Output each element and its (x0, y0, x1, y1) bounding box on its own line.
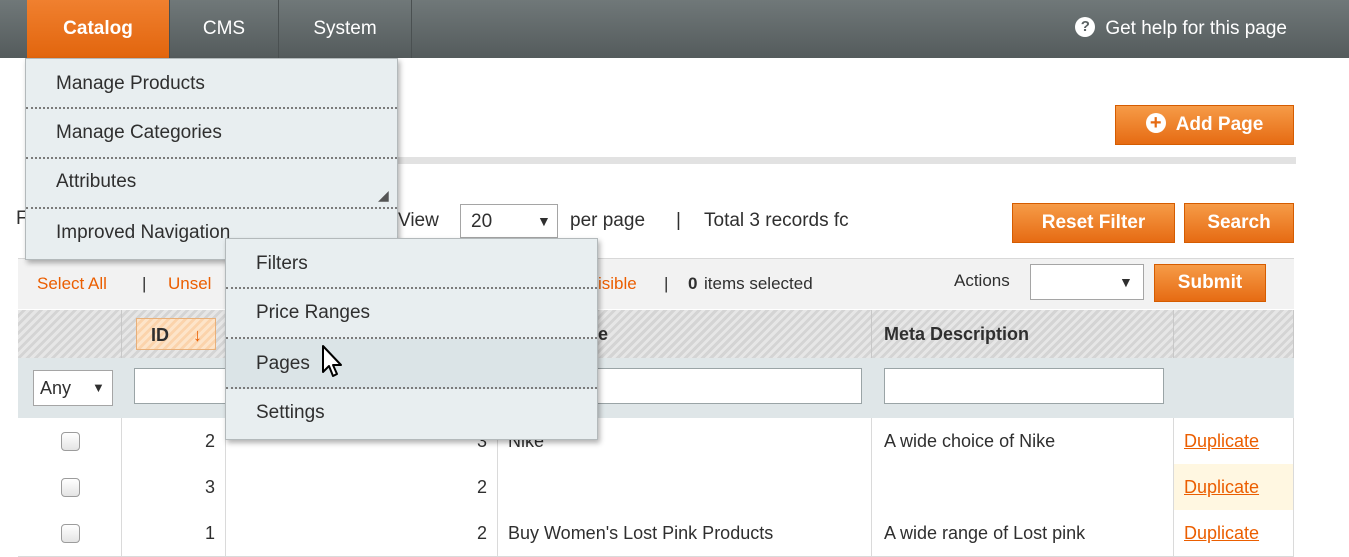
grid-header-checkbox (18, 310, 122, 358)
row-title: Buy Women's Lost Pink Products (498, 510, 872, 556)
submit-button[interactable]: Submit (1154, 264, 1266, 302)
meta-filter-input[interactable] (884, 368, 1164, 404)
row-id: 2 (122, 418, 226, 464)
total-records: Total 3 records fc (704, 210, 849, 231)
menu-item-manage-products[interactable]: Manage Products (26, 59, 397, 109)
row-checkbox-cell (18, 510, 122, 556)
chevron-down-icon: ▼ (537, 213, 551, 229)
duplicate-label[interactable]: Duplicate (1184, 523, 1259, 543)
row-id: 1 (122, 510, 226, 556)
help-link[interactable]: ? Get help for this page (1075, 0, 1287, 58)
title-divider (398, 157, 1296, 164)
per-page-select[interactable]: 20 ▼ (460, 204, 558, 238)
menu-item-attributes[interactable]: Attributes (26, 158, 397, 208)
any-select-value: Any (40, 378, 72, 398)
plus-circle-icon: + (1145, 112, 1166, 133)
duplicate-link[interactable]: Duplicate (1174, 510, 1294, 556)
chevron-down-icon: ▼ (92, 380, 105, 395)
add-page-button[interactable]: + Add Page (1115, 105, 1294, 145)
row-meta (872, 464, 1174, 510)
row-count: 2 (226, 510, 498, 556)
submenu-item-settings[interactable]: Settings (226, 388, 597, 438)
nav-tab-system[interactable]: System (279, 0, 411, 58)
per-page-label: per page (570, 210, 646, 231)
table-row[interactable]: 1 2 Buy Women's Lost Pink Products A wid… (18, 510, 1294, 557)
row-count: 2 (226, 464, 498, 510)
submenu-item-price-ranges[interactable]: Price Ranges (226, 288, 597, 338)
row-meta: A wide range of Lost pink (872, 510, 1174, 556)
massaction-separator: | (142, 274, 147, 293)
massaction-bar: Select All | Unsel isible | 0 items sele… (18, 258, 1294, 309)
top-navigation: Catalog CMS System ? Get help for this pa… (0, 0, 1349, 58)
table-row[interactable]: 3 2 Duplicate (18, 464, 1294, 511)
id-filter-input[interactable] (134, 368, 230, 404)
select-visible-link[interactable]: isible (598, 274, 637, 294)
massaction-separator: | (664, 274, 669, 293)
row-checkbox-cell (18, 418, 122, 464)
help-label: Get help for this page (1105, 18, 1287, 39)
duplicate-label[interactable]: Duplicate (1184, 477, 1259, 497)
duplicate-link[interactable]: Duplicate (1174, 464, 1294, 510)
chevron-down-icon: ▼ (1119, 274, 1133, 290)
meta-header-label: Meta Description (884, 324, 1030, 344)
actions-select[interactable]: ▼ (1030, 264, 1144, 300)
grid-header-meta-description[interactable]: Meta Description (872, 310, 1174, 358)
selected-suffix: items selected (704, 274, 813, 293)
arrow-down-icon: ↓ (193, 325, 202, 345)
actions-label: Actions (954, 271, 1010, 290)
per-page-value: 20 (471, 211, 493, 232)
submenu-item-filters[interactable]: Filters (226, 239, 597, 289)
row-title (498, 464, 872, 510)
selected-count: 0 (688, 274, 698, 293)
row-meta: A wide choice of Nike (872, 418, 1174, 464)
grid-header-action (1174, 310, 1294, 358)
nav-tab-cms[interactable]: CMS (170, 0, 278, 58)
search-button[interactable]: Search (1184, 203, 1294, 243)
duplicate-link[interactable]: Duplicate (1174, 418, 1294, 464)
submenu-item-pages[interactable]: Pages (226, 339, 597, 389)
duplicate-label[interactable]: Duplicate (1184, 431, 1259, 451)
grid-header-id-col[interactable]: ID ↓ (122, 310, 226, 358)
mouse-cursor-icon (322, 345, 342, 377)
pager-separator: | (676, 210, 681, 231)
row-checkbox-cell (18, 464, 122, 510)
row-id: 3 (122, 464, 226, 510)
id-sort-header[interactable]: ID ↓ (136, 318, 216, 350)
select-all-link[interactable]: Select All (37, 274, 107, 294)
improved-navigation-submenu: Filters Price Ranges Pages Settings (225, 238, 598, 440)
submenu-arrow-icon: ◢ (378, 187, 389, 203)
catalog-menu: Manage Products Manage Categories Attrib… (25, 58, 398, 260)
unselect-all-link[interactable]: Unsel (168, 274, 211, 294)
add-page-label: Add Page (1175, 114, 1264, 135)
row-checkbox[interactable] (61, 432, 80, 451)
nav-separator (411, 0, 412, 58)
table-row[interactable]: 2 3 Nike A wide choice of Nike Duplicate (18, 418, 1294, 465)
any-select[interactable]: Any ▼ (33, 370, 113, 406)
grid-filter-row: Any ▼ (18, 358, 1294, 418)
question-circle-icon: ? (1075, 16, 1096, 37)
id-header-label: ID (151, 325, 169, 345)
row-checkbox[interactable] (61, 478, 80, 497)
title-header-fragment: e (598, 324, 609, 344)
reset-filter-button[interactable]: Reset Filter (1012, 203, 1175, 243)
row-checkbox[interactable] (61, 524, 80, 543)
pager-view-label: View (398, 210, 439, 231)
menu-item-manage-categories[interactable]: Manage Categories (26, 108, 397, 158)
nav-tab-catalog[interactable]: Catalog (27, 0, 169, 58)
